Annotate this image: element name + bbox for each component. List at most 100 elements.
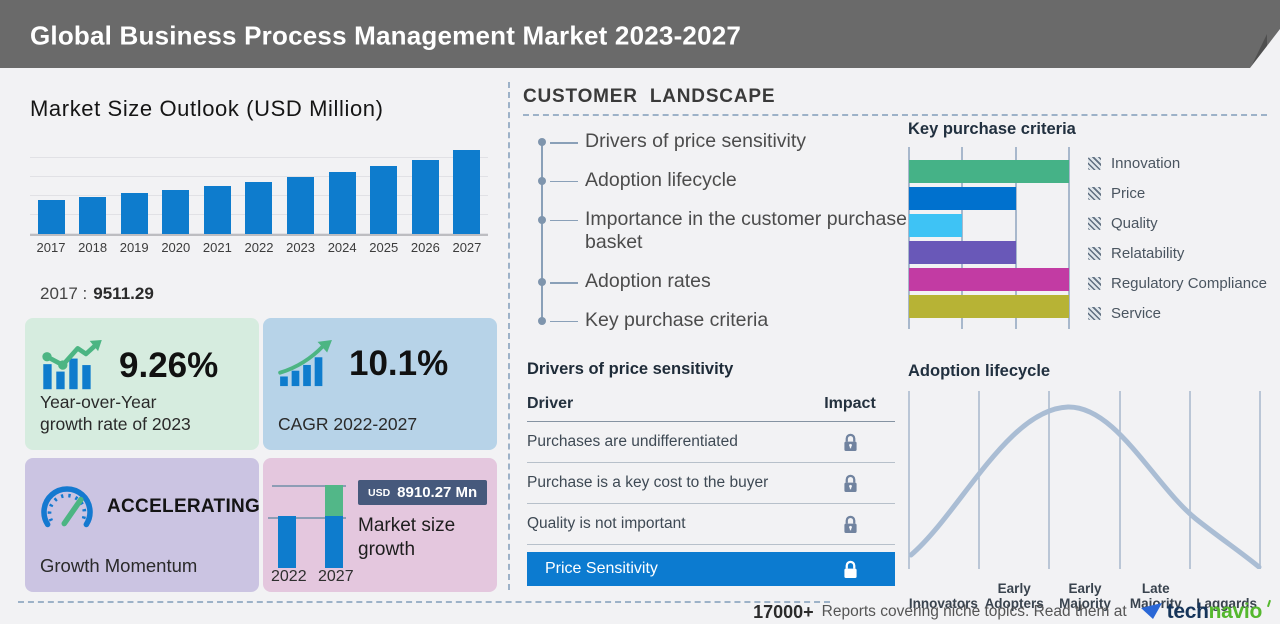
infographic-root: Global Business Process Management Marke… — [0, 0, 1280, 624]
bar-slot-2021 — [199, 140, 235, 234]
growth-amount: 8910.27 Mn — [397, 484, 478, 501]
mini-bar-2022 — [278, 516, 296, 568]
cagr-card: 10.1% CAGR 2022-2027 — [263, 318, 497, 450]
technavio-logo[interactable]: technavio — [1140, 599, 1272, 624]
market-size-axis-labels: 2017 2018 2019 2020 2021 2022 2023 2024 2025 2026… — [30, 240, 488, 255]
yoy-growth-card: 9.26% Year-over-Year growth rate of 2023 — [25, 318, 259, 450]
legend-label: Quality — [1111, 215, 1158, 232]
year-label-2024: 2024 — [327, 240, 357, 255]
landscape-item-5: Key purchase criteria — [523, 309, 913, 333]
legend-swatch-icon — [1088, 157, 1101, 170]
driver-row-1: Purchases are undifferentiated — [527, 422, 895, 463]
legend-swatch-icon — [1088, 277, 1101, 290]
footer-divider — [18, 601, 830, 603]
lock-icon — [805, 515, 895, 534]
bar-2019 — [120, 193, 148, 234]
price-sensitivity-label: Price Sensitivity — [545, 560, 658, 577]
currency-label: USD — [368, 486, 391, 499]
drivers-table-body: Purchases are undifferentiated Purchase i… — [527, 422, 895, 545]
yoy-value: 9.26% — [119, 346, 219, 385]
bar-2024 — [328, 172, 356, 234]
price-sensitivity-row[interactable]: Price Sensitivity — [527, 552, 895, 586]
legend-item-relatability: Relatability — [1088, 242, 1267, 265]
criteria-bar-service — [909, 295, 1069, 318]
legend-item-quality: Quality — [1088, 212, 1267, 235]
criteria-bar-quality — [909, 214, 963, 237]
customer-landscape-list: Drivers of price sensitivity Adoption lif… — [523, 130, 913, 333]
legend-swatch-icon — [1088, 247, 1101, 260]
market-size-bar-chart — [30, 140, 488, 236]
legend-swatch-icon — [1088, 187, 1101, 200]
column-impact: Impact — [824, 395, 876, 412]
bar-2021 — [203, 186, 231, 234]
driver-row-2: Purchase is a key cost to the buyer — [527, 463, 895, 504]
growth-arrow-icon — [278, 340, 332, 387]
criteria-bar-price — [909, 187, 1016, 210]
market-outlook-title: Market Size Outlook (USD Million) — [30, 96, 384, 121]
legend-item-regulatory-compliance: Regulatory Compliance — [1088, 272, 1267, 295]
year-label-2018: 2018 — [78, 240, 108, 255]
key-purchase-criteria-section: Key purchase criteria Innovation Price Qua… — [908, 120, 1280, 329]
header-bar: Global Business Process Management Marke… — [0, 0, 1280, 68]
legend-label: Innovation — [1111, 155, 1181, 172]
page-curl-decoration — [1250, 29, 1280, 68]
technavio-triangle-icon — [1140, 603, 1162, 619]
year-label-2021: 2021 — [202, 240, 232, 255]
driver-label: Quality is not important — [527, 515, 686, 532]
adoption-lifecycle-title: Adoption lifecycle — [908, 362, 1051, 380]
lock-icon-white — [805, 560, 895, 579]
year-label-2019: 2019 — [119, 240, 149, 255]
legend-label: Relatability — [1111, 245, 1185, 262]
page-title: Global Business Process Management Marke… — [30, 20, 742, 51]
speedometer-icon — [41, 486, 93, 528]
criteria-bar-innovation — [909, 160, 1069, 183]
bar-slot-2026 — [407, 140, 443, 234]
landscape-item-1: Drivers of price sensitivity — [523, 130, 913, 154]
customer-landscape-title: CUSTOMER LANDSCAPE — [523, 86, 776, 107]
year-label-2025: 2025 — [369, 240, 399, 255]
criteria-bars — [909, 160, 1069, 318]
year-label-2023: 2023 — [286, 240, 316, 255]
criteria-bar-relatability — [909, 241, 1016, 264]
drivers-table-header: Driver Impact — [527, 395, 895, 422]
driver-row-3: Quality is not important — [527, 504, 895, 545]
year-label-2022: 2022 — [244, 240, 274, 255]
bar-slot-2018 — [75, 140, 111, 234]
year-label-2020: 2020 — [161, 240, 191, 255]
bar-slot-2025 — [366, 140, 402, 234]
cagr-value: 10.1% — [349, 344, 449, 383]
bar-slot-2020 — [158, 140, 194, 234]
bar-2020 — [162, 190, 190, 234]
landscape-item-4: Adoption rates — [523, 270, 913, 294]
lock-icon — [805, 433, 895, 452]
landscape-item-2: Adoption lifecycle — [523, 169, 913, 193]
section-underline — [523, 114, 1267, 116]
cagr-label: CAGR 2022-2027 — [278, 414, 418, 435]
market-size-growth-card: 2022 2027 USD 8910.27 Mn Market size gro… — [263, 458, 497, 592]
bar-2017 — [37, 200, 65, 234]
legend-item-service: Service — [1088, 302, 1267, 325]
driver-label: Purchase is a key cost to the buyer — [527, 474, 769, 491]
legend-label: Price — [1111, 185, 1146, 202]
bar-slot-2019 — [116, 140, 152, 234]
driver-label: Purchases are undifferentiated — [527, 433, 738, 450]
drivers-title: Drivers of price sensitivity — [527, 360, 734, 378]
lock-icon — [805, 474, 895, 493]
mini-year-2027: 2027 — [318, 568, 354, 585]
report-count: 17000+ — [753, 601, 814, 622]
base-year-number: 9511.29 — [93, 284, 154, 303]
price-sensitivity-section: Drivers of price sensitivity Driver Impa… — [527, 360, 895, 586]
momentum-label: Growth Momentum — [40, 554, 198, 576]
technavio-wordmark: technavio — [1166, 600, 1263, 623]
mini-year-2022: 2022 — [271, 568, 307, 585]
growth-label: Market size growth — [358, 515, 456, 560]
key-purchase-criteria-chart: Innovation Price Quality Relatability Regula… — [908, 147, 1280, 329]
mini-bar-2027-delta — [325, 485, 343, 516]
adoption-lifecycle-section: Adoption lifecycle Innovators Early Adopt… — [908, 362, 1276, 612]
bar-2022 — [245, 182, 273, 234]
legend-item-price: Price — [1088, 182, 1267, 205]
bar-2025 — [370, 166, 398, 234]
legend-swatch-icon — [1088, 307, 1101, 320]
vertical-divider — [508, 82, 510, 590]
bar-slot-2024 — [324, 140, 360, 234]
